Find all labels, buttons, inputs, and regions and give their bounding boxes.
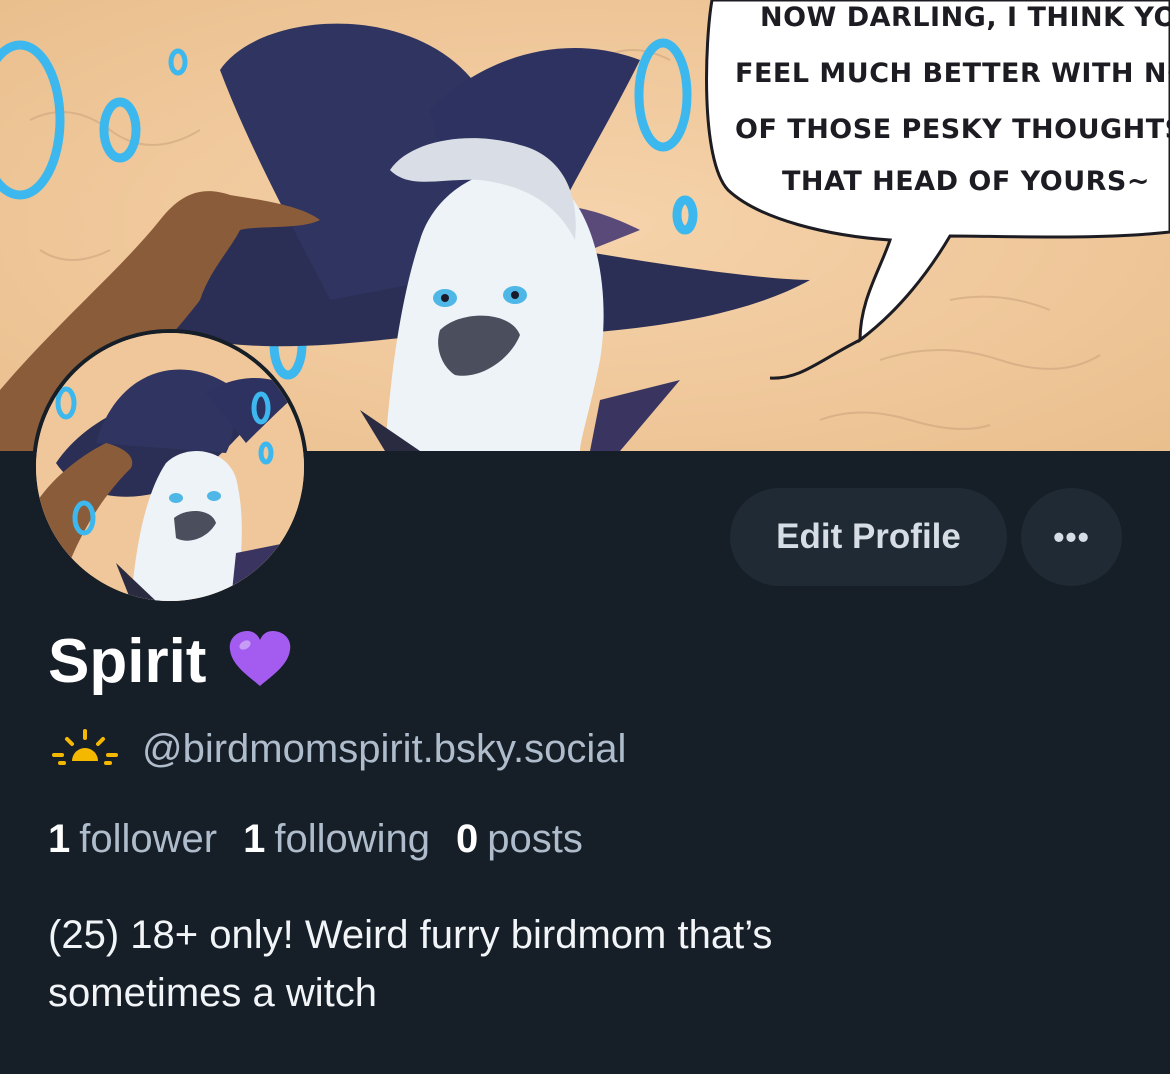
more-options-button[interactable]: ••• — [1021, 488, 1122, 586]
posts-count: 0 — [456, 816, 479, 861]
speech-line-3: OF THOSE PESKY THOUGHTS — [735, 114, 1170, 145]
avatar[interactable] — [32, 329, 308, 605]
sunrise-icon — [50, 727, 120, 772]
bio-line: sometimes a witch — [48, 971, 377, 1015]
profile-stats: 1 follower 1 following 0 posts — [48, 814, 609, 864]
profile-handle: @birdmomspirit.bsky.social — [142, 726, 627, 771]
display-name: Spirit — [48, 626, 207, 696]
speech-line-2: FEEL MUCH BETTER WITH NON — [735, 58, 1170, 89]
bio-line: (25) 18+ only! Weird furry birdmom that’… — [48, 913, 773, 957]
following-count: 1 — [243, 816, 266, 861]
followers-stat[interactable]: 1 follower — [48, 817, 217, 862]
avatar-artwork — [36, 333, 304, 601]
profile-bio: (25) 18+ only! Weird furry birdmom that’… — [48, 906, 1048, 1022]
speech-line-1: NOW DARLING, I THINK YOU'D — [760, 2, 1170, 33]
following-stat[interactable]: 1 following — [243, 817, 430, 862]
posts-stat: 0 posts — [456, 817, 583, 862]
display-name-row: Spirit — [48, 626, 292, 696]
posts-label: posts — [487, 816, 583, 861]
following-label: following — [274, 816, 430, 861]
handle-row: @birdmomspirit.bsky.social — [50, 724, 626, 774]
followers-label: follower — [79, 816, 218, 861]
speech-line-4: THAT HEAD OF YOURS~ — [782, 166, 1150, 197]
ellipsis-icon: ••• — [1053, 518, 1090, 555]
followers-count: 1 — [48, 816, 71, 861]
edit-profile-button[interactable]: Edit Profile — [730, 488, 1007, 586]
purple-heart-icon — [228, 630, 292, 693]
